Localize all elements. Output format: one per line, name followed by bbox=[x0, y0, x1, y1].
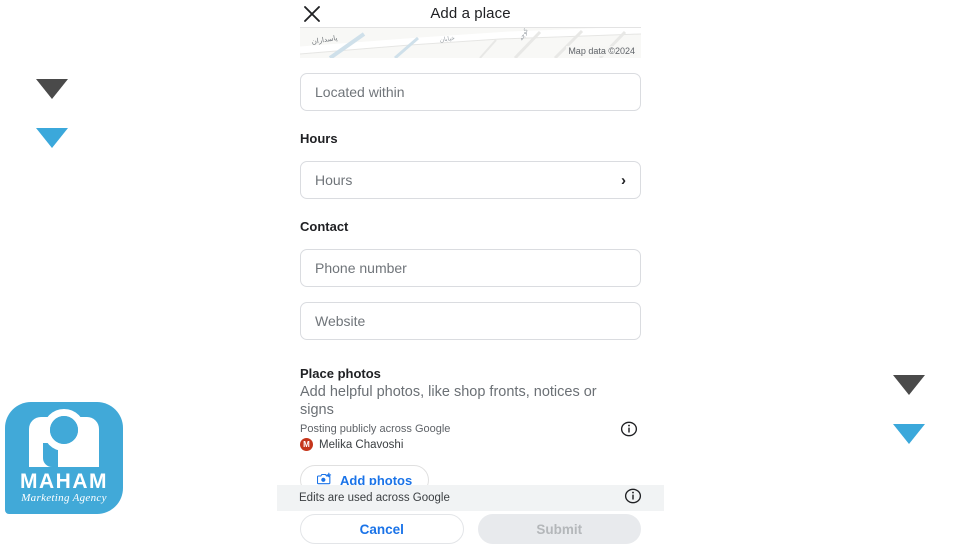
logo-tagline: Marketing Agency bbox=[21, 492, 107, 504]
maham-logo: MAHAM Marketing Agency bbox=[5, 402, 123, 514]
place-photos-section: Place photos Add helpful photos, like sh… bbox=[300, 366, 641, 496]
marker-triangle-blue-left bbox=[36, 128, 68, 148]
marker-triangle-dark-left bbox=[36, 79, 68, 99]
marker-triangle-dark-right bbox=[893, 375, 925, 395]
place-form: Located within Hours Hours › Contact Pho… bbox=[277, 73, 664, 496]
website-input[interactable]: Website bbox=[300, 302, 641, 340]
chevron-right-icon: › bbox=[621, 171, 626, 189]
edits-note: Edits are used across Google bbox=[299, 492, 450, 504]
place-photos-description: Add helpful photos, like shop fronts, no… bbox=[300, 384, 597, 419]
located-within-input[interactable]: Located within bbox=[300, 73, 641, 111]
author-byline: M Melika Chavoshi bbox=[300, 438, 641, 452]
hours-input[interactable]: Hours › bbox=[300, 161, 641, 199]
map-attribution: Map data ©2024 bbox=[566, 46, 637, 56]
hours-section-label: Hours bbox=[300, 131, 338, 146]
posting-note: Posting publicly across Google bbox=[300, 423, 451, 436]
map-preview[interactable]: پاسداران خیابان کوچه Map data ©2024 bbox=[300, 27, 641, 58]
author-name: Melika Chavoshi bbox=[319, 438, 404, 451]
phone-number-placeholder: Phone number bbox=[315, 260, 407, 276]
located-within-placeholder: Located within bbox=[315, 84, 405, 100]
info-icon-photos[interactable] bbox=[620, 420, 638, 438]
logo-name: MAHAM bbox=[20, 470, 108, 493]
close-icon[interactable] bbox=[300, 2, 324, 26]
contact-section-label: Contact bbox=[300, 219, 349, 234]
page-title: Add a place bbox=[430, 5, 511, 22]
camera-lens-icon bbox=[29, 409, 99, 467]
edits-banner: Edits are used across Google bbox=[277, 485, 664, 511]
submit-button[interactable]: Submit bbox=[477, 514, 641, 544]
website-placeholder: Website bbox=[315, 313, 366, 329]
info-icon-edits[interactable] bbox=[624, 487, 642, 510]
hours-placeholder: Hours bbox=[315, 172, 353, 188]
footer-actions: Cancel Submit bbox=[277, 514, 664, 546]
add-place-panel: Add a place پاسداران خیابان کوچه Map dat… bbox=[277, 0, 664, 550]
topbar: Add a place bbox=[277, 0, 664, 27]
avatar: M bbox=[300, 438, 313, 452]
phone-number-input[interactable]: Phone number bbox=[300, 249, 641, 287]
marker-triangle-blue-right bbox=[893, 424, 925, 444]
place-photos-title: Place photos bbox=[300, 366, 381, 381]
cancel-button[interactable]: Cancel bbox=[300, 514, 464, 544]
